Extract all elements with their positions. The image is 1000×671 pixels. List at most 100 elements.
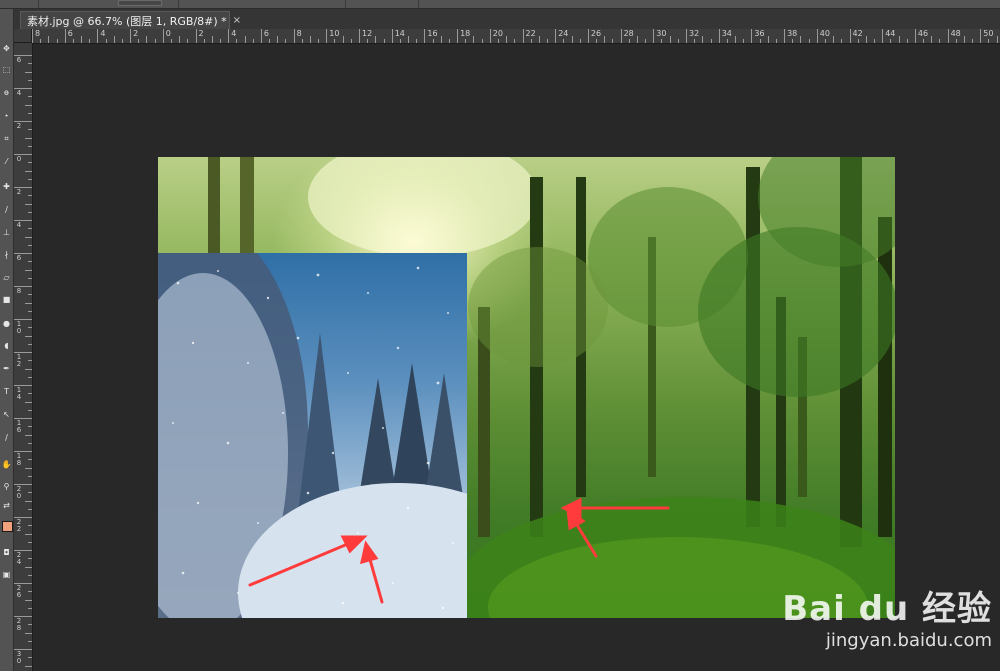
ruler-minor-tick [939, 39, 941, 43]
ruler-major-tick [130, 29, 132, 43]
ruler-minor-tick [28, 244, 32, 246]
ruler-minor-tick [931, 36, 933, 43]
ruler-minor-tick [318, 39, 320, 43]
healing-brush-tool-icon[interactable]: ✚ [1, 181, 12, 192]
shape-tool-icon[interactable]: ∕ [1, 432, 12, 443]
document-tab[interactable]: 素材.jpg @ 66.7% (图层 1, RGB/8#) * × [20, 11, 241, 29]
gradient-tool-icon[interactable]: ■ [1, 294, 12, 305]
blur-tool-icon[interactable]: ● [1, 318, 12, 329]
ruler-minor-tick [514, 39, 516, 43]
eyedropper-tool-icon[interactable]: ⁄ [1, 156, 12, 167]
ruler-major-tick [489, 29, 491, 43]
brush-tool-icon[interactable]: ∕ [1, 204, 12, 215]
options-field[interactable] [118, 0, 162, 6]
ruler-label: 2 [16, 188, 22, 196]
ruler-major-tick [686, 29, 687, 43]
crop-tool-icon[interactable]: ⌗ [1, 133, 12, 144]
ruler-minor-tick [25, 236, 32, 238]
dodge-tool-icon[interactable]: ◖ [1, 340, 12, 351]
foreground-color-swatch[interactable] [2, 521, 13, 532]
ruler-label: 16 [427, 29, 438, 38]
ruler-minor-tick [473, 36, 475, 43]
ruler-label: 1 0 [16, 320, 22, 335]
ruler-label: 6 [16, 254, 22, 262]
ruler-label: 2 6 [16, 584, 22, 599]
ruler-major-tick [228, 29, 230, 43]
type-tool-icon[interactable]: T [1, 386, 12, 397]
ruler-minor-tick [563, 39, 565, 43]
ruler-label: 3 0 [16, 650, 22, 665]
ruler-label: 0 [165, 29, 171, 38]
close-tab-icon[interactable]: × [233, 15, 241, 26]
ruler-label: 22 [525, 29, 536, 38]
ruler-label: 4 [231, 29, 237, 38]
clone-stamp-tool-icon[interactable]: ⊥ [1, 227, 12, 238]
vertical-ruler[interactable]: 6 4 2 0 2 4 6 8 1 0 1 2 1 4 1 6 1 8 2 0 2 2 2 4 2 6 2 8 3 … [14, 43, 33, 671]
ruler-minor-tick [211, 36, 213, 43]
ruler-major-tick [522, 29, 524, 43]
ruler-label: 4 [100, 29, 106, 38]
ruler-label: 38 [787, 29, 798, 38]
ruler-minor-tick [244, 36, 246, 43]
lasso-tool-icon[interactable]: ɵ [1, 87, 12, 98]
ruler-major-tick [751, 29, 753, 43]
ruler-minor-tick [28, 624, 32, 626]
ruler-major-tick [849, 29, 851, 43]
ruler-major-tick [784, 29, 786, 43]
options-bar-divider [345, 0, 346, 8]
screen-mode-icon[interactable]: ▣ [1, 569, 12, 580]
ruler-minor-tick [669, 36, 671, 43]
ruler-minor-tick [28, 558, 32, 560]
ruler-minor-tick [538, 36, 540, 43]
magic-wand-tool-icon[interactable]: ⋆ [1, 110, 12, 121]
path-selection-tool-icon[interactable]: ↖ [1, 409, 12, 420]
zoom-tool-icon[interactable]: ⚲ [1, 481, 12, 492]
ruler-minor-tick [203, 39, 205, 43]
ruler-label: 1 4 [16, 386, 22, 401]
ruler-minor-tick [25, 335, 32, 337]
ruler-label: 6 [263, 29, 269, 38]
ruler-label: 2 0 [16, 485, 22, 500]
ruler-minor-tick [342, 36, 344, 43]
ruler-minor-tick [604, 36, 606, 43]
ruler-minor-tick [89, 39, 91, 43]
ruler-label: 18 [460, 29, 471, 38]
ruler-minor-tick [72, 39, 74, 43]
ruler-label: 30 [656, 29, 667, 38]
history-brush-tool-icon[interactable]: ∤ [1, 249, 12, 260]
foliage [468, 247, 608, 367]
ruler-label: 20 [492, 29, 503, 38]
ruler-major-tick [882, 29, 884, 43]
ruler-minor-tick [775, 39, 777, 43]
ruler-minor-tick [874, 39, 876, 43]
tools-panel: ✥ ⬚ ɵ ⋆ ⌗ ⁄ ✚ ∕ ⊥ ∤ ▱ ■ ● ◖ ✒ T ↖ ∕ ✋ ⚲ … [0, 9, 14, 671]
ruler-minor-tick [28, 310, 32, 312]
ruler-minor-tick [579, 39, 581, 43]
snow-scene-layer[interactable] [158, 253, 467, 618]
ruler-minor-tick [25, 137, 32, 139]
ruler-minor-tick [28, 360, 32, 362]
tree-trunk [240, 157, 254, 267]
eraser-tool-icon[interactable]: ▱ [1, 272, 12, 283]
ruler-minor-tick [399, 39, 401, 43]
ruler-minor-tick [497, 39, 499, 43]
ruler-minor-tick [694, 39, 696, 43]
ruler-minor-tick [28, 574, 32, 576]
ruler-minor-tick [25, 665, 32, 667]
ruler-origin[interactable] [14, 29, 32, 43]
ruler-minor-tick [612, 39, 614, 43]
ruler-minor-tick [677, 39, 679, 43]
marquee-tool-icon[interactable]: ⬚ [1, 64, 12, 75]
hand-tool-icon[interactable]: ✋ [1, 459, 12, 470]
swap-colors-icon[interactable]: ⇄ [1, 500, 12, 511]
move-tool-icon[interactable]: ✥ [1, 43, 12, 54]
ruler-minor-tick [906, 39, 908, 43]
pen-tool-icon[interactable]: ✒ [1, 363, 12, 374]
options-bar-divider [418, 0, 419, 8]
ruler-minor-tick [105, 39, 107, 43]
ruler-label: 28 [623, 29, 634, 38]
ruler-minor-tick [440, 36, 442, 43]
quick-mask-icon[interactable]: ◘ [1, 547, 12, 558]
ruler-label: 34 [721, 29, 732, 38]
horizontal-ruler[interactable]: 8 6 4 2 0 2 4 6 8 10 12 14 16 18 20 22 24 26 28 30 32 34 36 38 4… [32, 29, 1000, 44]
